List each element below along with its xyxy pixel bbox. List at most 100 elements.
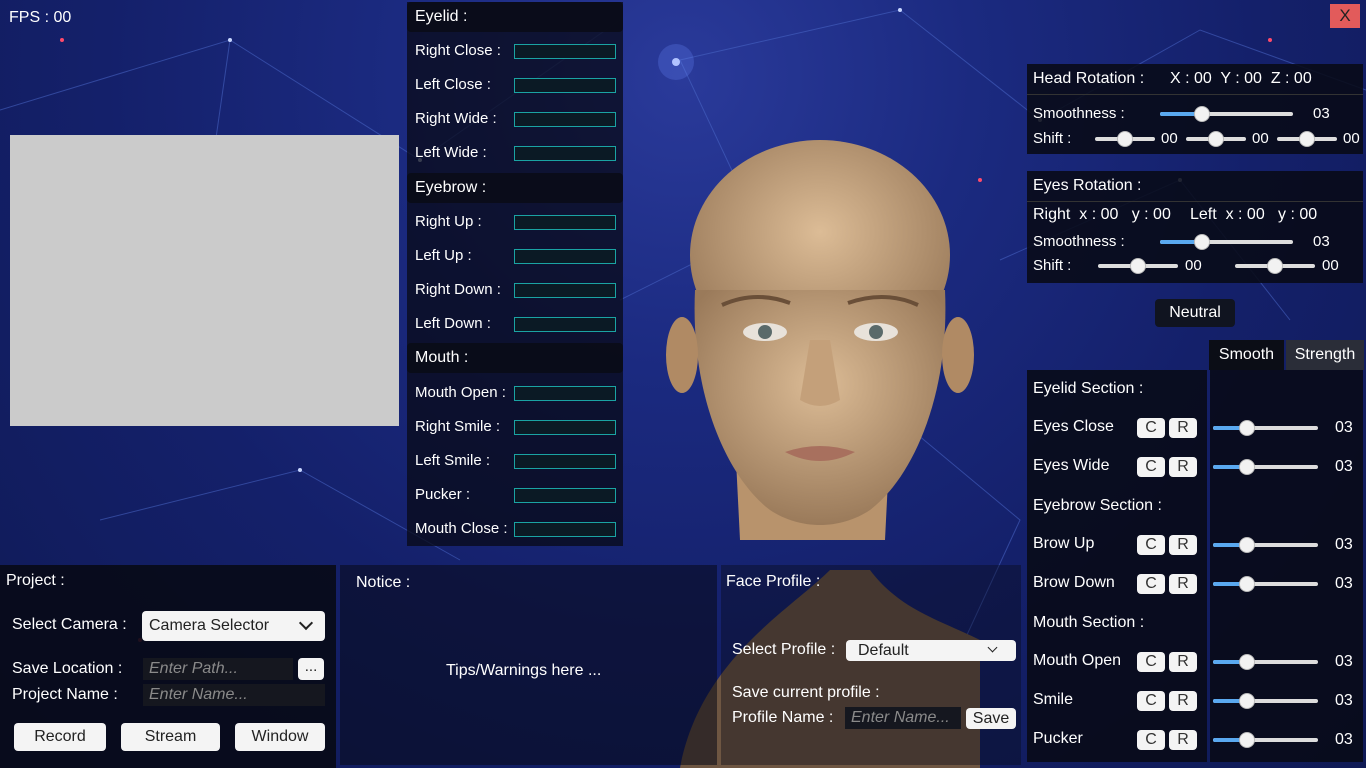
slider-knob[interactable] [1117,131,1133,147]
row-value: 03 [1335,536,1353,553]
calibrate-button[interactable]: C [1137,730,1165,750]
reset-button[interactable]: R [1169,730,1197,750]
row-label: Brow Up [1033,535,1095,552]
path-input[interactable]: Enter Path... [143,658,293,680]
row-label: Brow Down [1033,574,1115,591]
head-shift-y-slider[interactable] [1186,131,1246,147]
bs-label: Right Close : [415,42,501,59]
camera-selector-value: Camera Selector [149,617,270,634]
browse-button[interactable]: ... [298,658,324,680]
slider-knob[interactable] [1239,537,1255,553]
eyes-shift-y-slider[interactable] [1235,258,1315,274]
reset-button[interactable]: R [1169,574,1197,594]
bs-meter [514,488,616,503]
slider-knob[interactable] [1239,459,1255,475]
slider-knob[interactable] [1239,693,1255,709]
camera-selector-dropdown[interactable]: Camera Selector [142,611,325,641]
row-label: Pucker [1033,730,1083,747]
save-profile-button[interactable]: Save [966,708,1016,729]
tab-strength[interactable]: Strength [1286,340,1364,370]
head-shift-label: Shift : [1033,130,1072,147]
profile-name-label: Profile Name : [732,709,834,726]
eyes-smoothness-slider[interactable] [1160,234,1293,250]
bs-label: Pucker : [415,486,471,503]
row-label: Smile [1033,691,1074,708]
bs-label: Right Down : [415,281,501,298]
row-value: 03 [1335,653,1353,670]
slider-knob[interactable] [1299,131,1315,147]
calibrate-button[interactable]: C [1137,691,1165,711]
head-rotation-title: Head Rotation : [1033,70,1145,87]
strength-slider[interactable] [1213,732,1318,748]
reset-button[interactable]: R [1169,691,1197,711]
slider-knob[interactable] [1208,131,1224,147]
tab-smooth[interactable]: Smooth [1209,340,1284,370]
eyes-smoothness-value: 03 [1313,233,1330,250]
mouth-section-title: Mouth Section : [1033,614,1145,631]
bs-label: Left Up : [415,247,472,264]
neutral-button[interactable]: Neutral [1155,299,1235,327]
slider-knob[interactable] [1239,654,1255,670]
head-smoothness-slider[interactable] [1160,106,1293,122]
row-value: 03 [1335,458,1353,475]
slider-knob[interactable] [1267,258,1283,274]
bs-label: Right Smile : [415,418,501,435]
mouth-title: Mouth : [415,349,469,366]
head-smoothness-value: 03 [1313,105,1330,122]
eyes-rotation-title: Eyes Rotation : [1033,177,1142,194]
reset-button[interactable]: R [1169,535,1197,555]
slider-knob[interactable] [1239,420,1255,436]
slider-knob[interactable] [1130,258,1146,274]
row-value: 03 [1335,692,1353,709]
row-label: Mouth Open [1033,652,1122,669]
calibrate-button[interactable]: C [1137,652,1165,672]
divider [1027,94,1363,95]
calibrate-button[interactable]: C [1137,574,1165,594]
reset-button[interactable]: R [1169,418,1197,438]
row-label: Eyes Wide [1033,457,1110,474]
slider-knob[interactable] [1194,234,1210,250]
eyes-right-values: Right x : 00 y : 00 [1033,206,1171,223]
strength-slider[interactable] [1213,693,1318,709]
head-shift-y-value: 00 [1252,130,1269,147]
strength-slider[interactable] [1213,459,1318,475]
row-value: 03 [1335,419,1353,436]
bs-meter [514,249,616,264]
strength-slider[interactable] [1213,420,1318,436]
strength-slider[interactable] [1213,654,1318,670]
window-button[interactable]: Window [235,723,325,751]
save-location-label: Save Location : [12,660,123,677]
reset-button[interactable]: R [1169,652,1197,672]
notice-text: Tips/Warnings here ... [446,662,602,679]
calibrate-button[interactable]: C [1137,418,1165,438]
row-value: 03 [1335,575,1353,592]
select-profile-label: Select Profile : [732,641,836,658]
bs-label: Left Down : [415,315,491,332]
calibrate-button[interactable]: C [1137,535,1165,555]
bs-label: Right Up : [415,213,482,230]
camera-preview [10,135,399,426]
bs-meter [514,146,616,161]
slider-knob[interactable] [1239,732,1255,748]
profile-dropdown[interactable]: Default [846,640,1016,661]
face-profile-panel [721,565,1021,765]
strength-slider[interactable] [1213,537,1318,553]
eyes-shift-x-slider[interactable] [1098,258,1178,274]
chevron-down-icon [987,642,998,653]
profile-name-input[interactable]: Enter Name... [845,707,961,729]
stream-button[interactable]: Stream [121,723,220,751]
slider-knob[interactable] [1239,576,1255,592]
slider-knob[interactable] [1194,106,1210,122]
calibrate-button[interactable]: C [1137,457,1165,477]
reset-button[interactable]: R [1169,457,1197,477]
bs-label: Left Smile : [415,452,491,469]
bs-meter [514,283,616,298]
row-value: 03 [1335,731,1353,748]
strength-slider[interactable] [1213,576,1318,592]
bs-meter [514,215,616,230]
head-shift-z-slider[interactable] [1277,131,1337,147]
record-button[interactable]: Record [14,723,106,751]
project-name-input[interactable]: Enter Name... [143,684,325,706]
close-button[interactable]: X [1330,4,1360,28]
head-shift-x-slider[interactable] [1095,131,1155,147]
